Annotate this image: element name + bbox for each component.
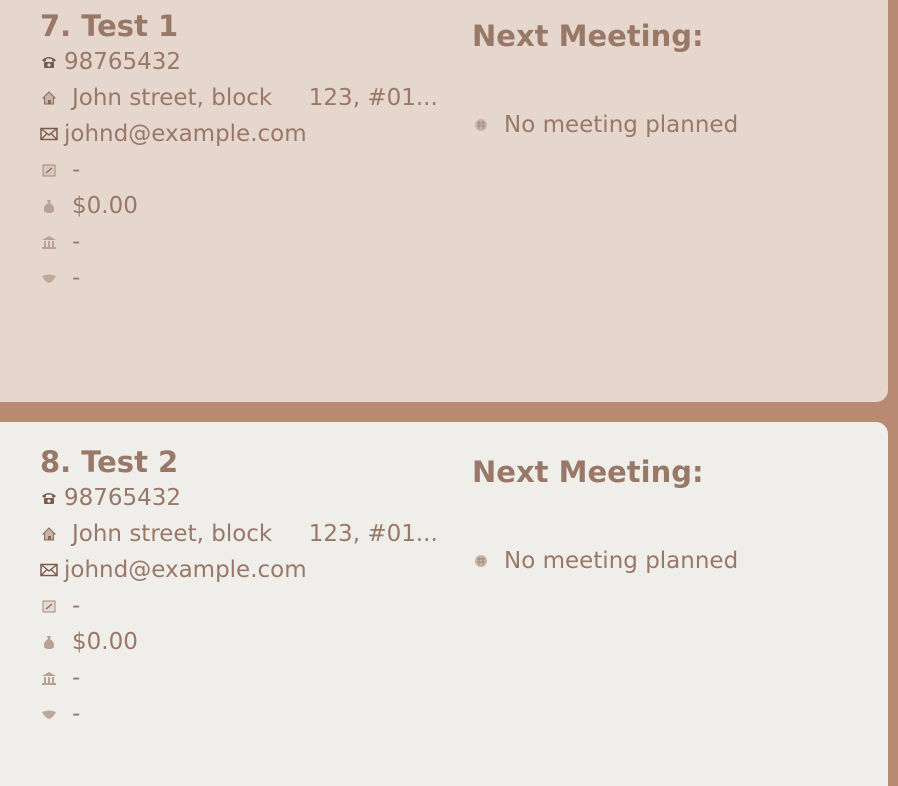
phone-number: 98765432 [64,485,182,511]
amount-value: $0.00 [72,193,138,219]
contact-card[interactable]: 8. Test 2 98765432 John street, block 123… [0,422,888,786]
contact-index: 7. [40,9,72,43]
contact-list[interactable]: 7. Test 1 98765432 John street, block 123… [0,0,898,786]
phone-row: 98765432 [40,44,460,80]
email-row: johnd@example.com [40,116,460,152]
bank-icon [40,670,58,686]
next-meeting-title: Next Meeting: [472,19,704,53]
amount-row: $0.00 [40,188,460,224]
bank-row: - [40,660,460,696]
house-icon [40,526,58,542]
address-row: John street, block 123, #01... [40,80,460,116]
phone-row: 98765432 [40,480,460,516]
phone-number: 98765432 [64,49,182,75]
deal-value: - [72,265,81,291]
amount-row: $0.00 [40,624,460,660]
handshake-icon [40,272,58,284]
meeting-row: No meeting planned [472,112,872,138]
contact-name-heading: 8. Test 2 [40,444,460,480]
phone-icon [40,491,58,505]
next-meeting-value: No meeting planned [504,548,739,574]
contact-name: Test 2 [81,445,179,479]
address: John street, block 123, #01... [72,521,438,547]
contact-name-heading: 7. Test 1 [40,8,460,44]
address-row: John street, block 123, #01... [40,516,460,552]
email-row: johnd@example.com [40,552,460,588]
money-bag-icon [40,198,58,214]
note-value: - [72,157,81,183]
phone-icon [40,55,58,69]
contact-card[interactable]: 7. Test 1 98765432 John street, block 123… [0,0,888,402]
next-meeting-panel: Next Meeting: No meeting planned [472,18,872,138]
contact-details: 8. Test 2 98765432 John street, block 123… [40,444,460,732]
calendar-icon [472,553,490,569]
money-bag-icon [40,634,58,650]
bank-row: - [40,224,460,260]
deal-value: - [72,701,81,727]
email: johnd@example.com [64,121,307,147]
amount-value: $0.00 [72,629,138,655]
envelope-icon [40,563,58,577]
deal-row: - [40,696,460,732]
note-row: - [40,588,460,624]
note-value: - [72,593,81,619]
address: John street, block 123, #01... [72,85,438,111]
deal-row: - [40,260,460,296]
calendar-icon [472,117,490,133]
contact-details: 7. Test 1 98765432 John street, block 123… [40,8,460,296]
next-meeting-value: No meeting planned [504,112,739,138]
memo-icon [40,598,58,614]
bank-value: - [72,665,81,691]
contact-index: 8. [40,445,72,479]
meeting-row: No meeting planned [472,548,872,574]
email: johnd@example.com [64,557,307,583]
bank-icon [40,234,58,250]
note-row: - [40,152,460,188]
contact-name: Test 1 [81,9,179,43]
handshake-icon [40,708,58,720]
envelope-icon [40,127,58,141]
house-icon [40,90,58,106]
next-meeting-panel: Next Meeting: No meeting planned [472,454,872,574]
next-meeting-title: Next Meeting: [472,455,704,489]
memo-icon [40,162,58,178]
bank-value: - [72,229,81,255]
